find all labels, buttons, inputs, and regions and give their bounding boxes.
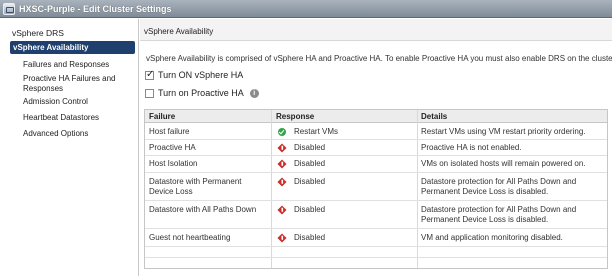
row-details: VM and application monitoring disabled. [421,233,563,242]
row-failure: Host Isolation [149,159,198,168]
row-failure: Datastore with Permanent Device Loss [149,177,242,196]
table-row[interactable]: Datastore with Permanent Device Loss Dis… [145,173,607,201]
row-failure: Host failure [149,127,190,136]
table-row[interactable]: Guest not heartbeating Disabled VM and a… [145,229,607,247]
row-response: Restart VMs [278,127,338,137]
turn-on-proactive-label: Turn on Proactive HA [158,88,244,98]
turn-on-ha-row[interactable]: Turn ON vSphere HA [145,69,244,80]
cluster-icon [3,2,15,15]
error-icon [277,205,287,215]
section-title: vSphere Availability [144,27,214,36]
row-failure: Guest not heartbeating [149,233,231,242]
turn-on-ha-label: Turn ON vSphere HA [158,70,244,80]
response-text: Restart VMs [294,127,339,136]
window-titlebar: HXSC-Purple - Edit Cluster Settings [0,0,612,18]
settings-sidebar: vSphere DRS vSphere Availability Failure… [0,19,139,276]
error-icon [277,143,287,153]
response-text: Disabled [294,177,326,186]
row-response: Disabled [277,205,326,215]
error-icon [277,233,287,243]
row-response: Disabled [277,233,326,243]
response-text: Disabled [294,205,326,214]
table-row[interactable]: Host failure Restart VMs Restart VMs usi… [145,123,607,140]
check-circle-icon [278,128,286,136]
main-panel: vSphere Availability vSphere Availabilit… [140,19,612,276]
row-response: Disabled [277,177,326,187]
row-response: Disabled [277,143,326,153]
row-details: VMs on isolated hosts will remain powere… [421,159,586,168]
section-header: vSphere Availability [140,19,612,41]
table-row[interactable]: Host Isolation Disabled VMs on isolated … [145,156,607,173]
error-icon [277,159,287,169]
row-details: Proactive HA is not enabled. [421,143,522,152]
row-details: Datastore protection for All Paths Down … [421,177,577,196]
row-details: Datastore protection for All Paths Down … [421,205,577,224]
error-icon [277,177,287,187]
turn-on-proactive-checkbox[interactable] [145,88,154,98]
failure-response-table: Failure Response Details Host failure Re… [144,109,608,269]
row-details: Restart VMs using VM restart priority or… [421,127,586,136]
table-header: Failure Response Details [145,110,607,123]
table-row[interactable]: Datastore with All Paths Down Disabled D… [145,201,607,229]
row-failure: Datastore with All Paths Down [149,205,257,214]
response-text: Disabled [294,143,326,152]
header-failure[interactable]: Failure [149,112,175,121]
response-text: Disabled [294,159,326,168]
sidebar-item-proactive-ha[interactable]: Proactive HA Failures and Responses [23,74,123,94]
turn-on-ha-checkbox[interactable] [145,69,154,80]
info-icon[interactable]: i [249,88,259,98]
sidebar-item-vsphere-drs[interactable]: vSphere DRS [12,28,150,38]
table-row-empty [145,247,607,258]
row-failure: Proactive HA [149,143,196,152]
availability-description: vSphere Availability is comprised of vSp… [146,54,612,63]
window-title: HXSC-Purple - Edit Cluster Settings [19,3,172,14]
response-text: Disabled [294,233,326,242]
turn-on-proactive-row[interactable]: Turn on Proactive HA i [145,88,259,98]
sidebar-item-vsphere-availability[interactable]: vSphere Availability [10,41,135,54]
row-response: Disabled [277,159,326,169]
header-details[interactable]: Details [421,112,447,121]
header-response[interactable]: Response [276,112,314,121]
table-row[interactable]: Proactive HA Disabled Proactive HA is no… [145,140,607,156]
